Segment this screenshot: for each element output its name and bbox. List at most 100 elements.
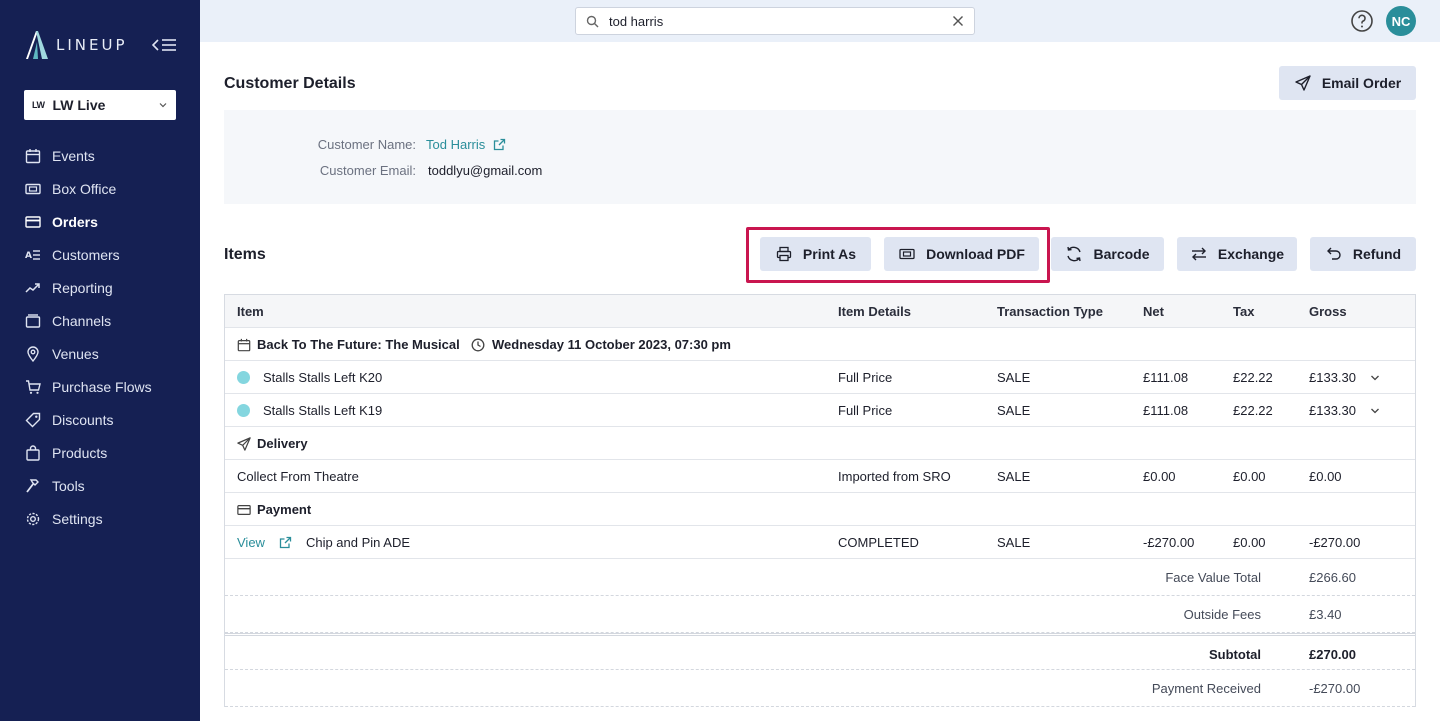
cart-icon xyxy=(26,379,41,394)
table-row: Stalls Stalls Left K20 Full Price SALE £… xyxy=(225,361,1415,394)
ticket-type: SALE xyxy=(997,370,1031,385)
table-row: Collect From Theatre Imported from SRO S… xyxy=(225,460,1415,493)
sidebar-item-box-office[interactable]: Box Office xyxy=(0,172,200,205)
sidebar-item-products[interactable]: Products xyxy=(0,436,200,469)
sidebar-item-label: Venues xyxy=(52,345,99,362)
sidebar-item-label: Box Office xyxy=(52,180,117,197)
event-name-cell: Back To The Future: The Musical xyxy=(237,328,460,361)
expand-row-button[interactable] xyxy=(1369,361,1381,394)
sidebar-item-events[interactable]: Events xyxy=(0,139,200,172)
print-as-button[interactable]: Print As xyxy=(760,237,871,271)
payment-received-label: Payment Received xyxy=(1151,681,1261,696)
help-icon[interactable] xyxy=(1350,9,1374,33)
delivery-group-row: Delivery xyxy=(225,427,1415,460)
payment-gross: -£270.00 xyxy=(1309,535,1361,550)
column-header-item: Item xyxy=(237,304,264,319)
ticket-tax: £22.22 xyxy=(1233,370,1273,385)
calendar-icon xyxy=(25,148,41,163)
sidebar-item-reporting[interactable]: Reporting xyxy=(0,271,200,304)
view-payment-link[interactable]: View xyxy=(237,535,265,550)
venue-logo: LW xyxy=(32,100,45,110)
clear-search-icon[interactable] xyxy=(952,15,964,27)
seat-dot-icon xyxy=(237,404,250,417)
sidebar-item-channels[interactable]: Channels xyxy=(0,304,200,337)
send-icon xyxy=(237,436,251,451)
subtotal-label: Subtotal xyxy=(1209,647,1261,662)
order-items-table: Item Item Details Transaction Type Net T… xyxy=(224,294,1416,707)
venue-select[interactable]: LW LW Live xyxy=(24,90,176,120)
outside-fees-row: Outside Fees £3.40 xyxy=(225,596,1415,633)
sidebar-item-label: Purchase Flows xyxy=(52,378,152,395)
customer-name-value: Tod Harris xyxy=(426,136,486,152)
barcode-button[interactable]: Barcode xyxy=(1051,237,1164,271)
search-box xyxy=(575,7,975,35)
sidebar-item-customers[interactable]: A Customers xyxy=(0,238,200,271)
customer-name-link[interactable]: Tod Harris xyxy=(426,137,506,152)
collapse-sidebar-button[interactable] xyxy=(151,36,178,54)
calendar-icon xyxy=(237,338,251,351)
sidebar-item-purchase-flows[interactable]: Purchase Flows xyxy=(0,370,200,403)
delivery-item: Collect From Theatre xyxy=(237,469,359,484)
search-icon xyxy=(586,15,599,27)
sidebar-item-label: Reporting xyxy=(52,279,113,296)
lineup-logo[interactable]: LINEUP xyxy=(24,30,128,60)
delivery-tax: £0.00 xyxy=(1233,469,1266,484)
face-value-total-label: Face Value Total xyxy=(1165,570,1261,585)
ticket-item: Stalls Stalls Left K20 xyxy=(263,370,383,385)
customer-email-row: Customer Email: toddlyu@gmail.com xyxy=(224,160,542,180)
exchange-button[interactable]: Exchange xyxy=(1177,237,1297,271)
ticket-item-cell: Stalls Stalls Left K19 xyxy=(237,394,382,427)
payment-label: Payment xyxy=(257,502,312,517)
logo-text: LINEUP xyxy=(56,36,128,54)
payment-received-row: Payment Received -£270.00 xyxy=(225,670,1415,707)
payment-item: Chip and Pin ADE xyxy=(305,535,411,550)
column-header-net: Net xyxy=(1143,304,1164,319)
refresh-icon xyxy=(1067,246,1082,262)
face-value-total-value: £266.60 xyxy=(1309,570,1356,585)
sidebar-item-discounts[interactable]: Discounts xyxy=(0,403,200,436)
payment-received-value: -£270.00 xyxy=(1309,681,1361,696)
sidebar-item-label: Discounts xyxy=(52,411,114,428)
exchange-arrows-icon xyxy=(1191,247,1206,261)
download-pdf-label: Download PDF xyxy=(926,246,1025,262)
event-name: Back To The Future: The Musical xyxy=(257,337,460,352)
delivery-details: Imported from SRO xyxy=(838,469,951,484)
subtotal-row: Subtotal £270.00 xyxy=(225,633,1415,670)
barcode-label: Barcode xyxy=(1093,246,1150,262)
refund-button[interactable]: Refund xyxy=(1310,237,1416,271)
sidebar-item-label: Channels xyxy=(52,312,112,329)
clock-icon xyxy=(471,338,485,351)
delivery-type: SALE xyxy=(997,469,1031,484)
customer-info-panel: Customer Name: Tod Harris Customer Email… xyxy=(224,110,1416,204)
sidebar-item-orders[interactable]: Orders xyxy=(0,205,200,238)
download-pdf-button[interactable]: Download PDF xyxy=(884,237,1039,271)
delivery-net: £0.00 xyxy=(1143,469,1176,484)
email-order-button[interactable]: Email Order xyxy=(1279,66,1416,100)
map-pin-icon xyxy=(27,345,39,362)
payment-group-cell: Payment xyxy=(237,493,311,526)
top-bar: NC xyxy=(200,0,1440,42)
delivery-group-cell: Delivery xyxy=(237,427,308,460)
external-link-icon[interactable] xyxy=(279,536,292,549)
sidebar-item-settings[interactable]: Settings xyxy=(0,502,200,535)
column-header-type: Transaction Type xyxy=(997,304,1103,319)
subtotal-value: £270.00 xyxy=(1309,647,1356,662)
avatar[interactable]: NC xyxy=(1386,6,1416,36)
sidebar-item-label: Orders xyxy=(52,213,98,230)
ticket-icon xyxy=(899,248,915,260)
payment-item-cell: View Chip and Pin ADE xyxy=(237,526,410,559)
credit-card-icon xyxy=(25,215,41,228)
customer-name-label: Customer Name: xyxy=(317,136,416,152)
ticket-net: £111.08 xyxy=(1143,370,1189,385)
customer-email-value: toddlyu@gmail.com xyxy=(428,162,543,178)
seat-dot-icon xyxy=(237,371,250,384)
event-datetime: Wednesday 11 October 2023, 07:30 pm xyxy=(492,337,731,352)
shopping-bag-icon xyxy=(26,444,40,461)
sidebar-item-tools[interactable]: Tools xyxy=(0,469,200,502)
ticket-details: Full Price xyxy=(838,370,893,385)
chevron-down-icon xyxy=(1371,375,1379,380)
search-input[interactable] xyxy=(609,13,952,29)
hammer-icon xyxy=(26,478,39,493)
sidebar-item-venues[interactable]: Venues xyxy=(0,337,200,370)
expand-row-button[interactable] xyxy=(1369,394,1381,427)
